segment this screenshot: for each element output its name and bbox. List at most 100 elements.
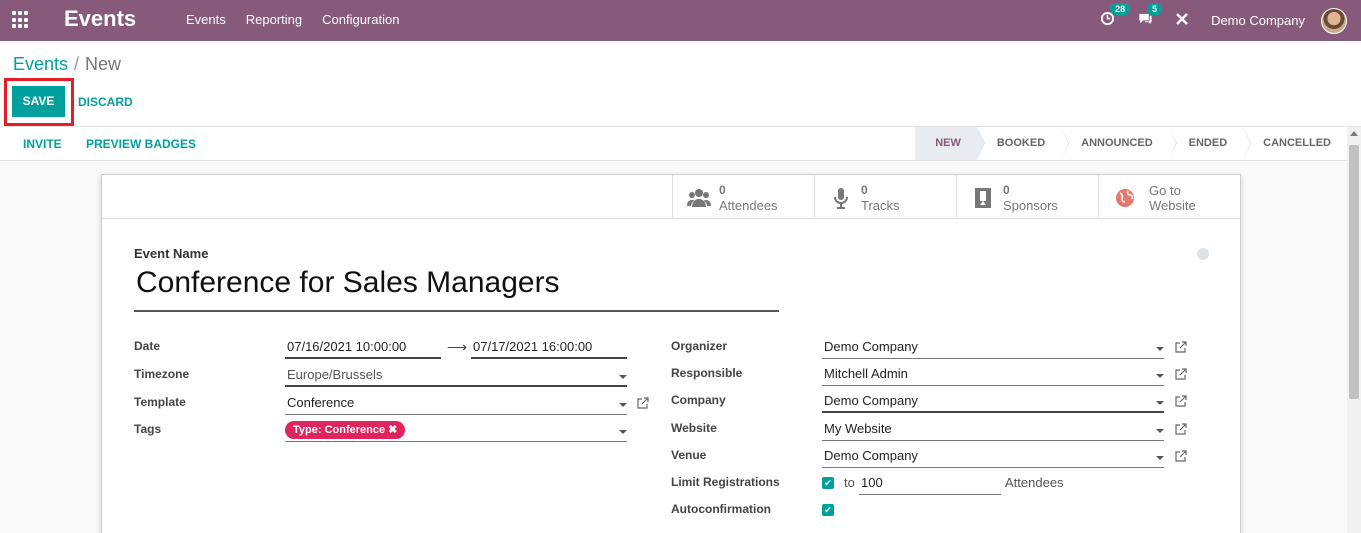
- template-dropdown-caret-icon[interactable]: [619, 403, 627, 407]
- venue-dropdown-caret-icon[interactable]: [1156, 456, 1164, 460]
- breadcrumb-separator: /: [74, 54, 80, 74]
- tools-icon: [1176, 12, 1188, 25]
- limit-to-text: to: [844, 475, 855, 490]
- tracks-label: Tracks: [861, 198, 900, 213]
- breadcrumb: Events / New: [13, 54, 121, 75]
- attendees-smart-button[interactable]: 0 Attendees: [672, 175, 814, 219]
- go-to-website-smart-button[interactable]: Go to Website: [1098, 175, 1240, 219]
- top-navbar: Events Events Reporting Configuration 28…: [0, 0, 1361, 41]
- company-select[interactable]: Demo Company: [822, 391, 1164, 413]
- date-label: Date: [134, 339, 161, 353]
- template-select[interactable]: Conference: [285, 393, 627, 415]
- tag-label: Type: Conference: [293, 424, 386, 436]
- message-count-badge: 5: [1147, 3, 1163, 15]
- invite-button[interactable]: INVITE: [23, 137, 62, 151]
- date-end-input[interactable]: 07/17/2021 16:00:00: [471, 337, 627, 359]
- template-external-link-icon[interactable]: [637, 397, 649, 409]
- tag-type-conference[interactable]: Type: Conference ✖: [285, 421, 406, 439]
- organizer-select[interactable]: Demo Company: [822, 337, 1164, 359]
- timezone-select[interactable]: Europe/Brussels: [285, 365, 627, 387]
- sponsor-badge-icon: [975, 188, 991, 208]
- user-avatar[interactable]: [1321, 7, 1347, 34]
- activity-menu[interactable]: 28: [1100, 3, 1131, 30]
- limit-unit-text: Attendees: [1005, 475, 1064, 490]
- scroll-up-arrow-icon[interactable]: [1350, 131, 1358, 136]
- discard-button[interactable]: DISCARD: [78, 95, 133, 109]
- website-label-line1: Go to: [1149, 183, 1181, 198]
- stage-new[interactable]: NEW: [915, 127, 985, 160]
- date-range-arrow-icon: ⟶: [447, 339, 468, 355]
- timezone-label: Timezone: [134, 367, 190, 381]
- company-label: Company: [671, 393, 726, 407]
- autoconfirmation-checkbox[interactable]: ✔: [822, 504, 834, 516]
- menu-item-reporting[interactable]: Reporting: [246, 12, 302, 27]
- breadcrumb-current: New: [85, 54, 122, 74]
- breadcrumb-events-link[interactable]: Events: [13, 54, 68, 74]
- smart-button-box: 0 Attendees 0 Tracks 0 Sponsors Go to Web…: [672, 175, 1240, 219]
- menu-item-configuration[interactable]: Configuration: [322, 12, 399, 27]
- status-indicator[interactable]: [1197, 248, 1209, 260]
- organizer-dropdown-caret-icon[interactable]: [1156, 347, 1164, 351]
- responsible-external-link-icon[interactable]: [1175, 368, 1187, 380]
- app-name[interactable]: Events: [64, 6, 136, 32]
- vertical-scrollbar[interactable]: [1347, 127, 1361, 533]
- attendees-label: Attendees: [719, 198, 778, 213]
- tracks-count: 0: [861, 183, 868, 197]
- stage-booked[interactable]: BOOKED: [976, 127, 1070, 160]
- website-label: Go to Website: [1149, 183, 1196, 213]
- tags-dropdown-caret-icon[interactable]: [619, 430, 627, 434]
- event-name-label: Event Name: [134, 246, 209, 261]
- website-field-label: Website: [671, 421, 717, 435]
- sponsors-count: 0: [1003, 183, 1010, 197]
- organizer-external-link-icon[interactable]: [1175, 341, 1187, 353]
- apps-menu-icon[interactable]: [12, 11, 30, 29]
- company-dropdown-caret-icon[interactable]: [1156, 401, 1164, 405]
- globe-icon: [1116, 189, 1134, 207]
- attendees-count: 0: [719, 183, 726, 197]
- users-icon: [687, 189, 711, 207]
- venue-label: Venue: [671, 448, 707, 462]
- responsible-select[interactable]: Mitchell Admin: [822, 364, 1164, 386]
- company-external-link-icon[interactable]: [1175, 395, 1187, 407]
- limit-registrations-label: Limit Registrations: [671, 475, 780, 489]
- debug-menu[interactable]: [1175, 12, 1189, 30]
- tag-remove-icon[interactable]: ✖: [388, 424, 397, 436]
- website-label-line2: Website: [1149, 198, 1196, 213]
- form-sheet: 0 Attendees 0 Tracks 0 Sponsors Go to Web…: [101, 174, 1241, 533]
- organizer-label: Organizer: [671, 339, 728, 353]
- company-switcher[interactable]: Demo Company: [1211, 13, 1305, 28]
- sponsors-smart-button[interactable]: 0 Sponsors: [956, 175, 1098, 219]
- date-start-input[interactable]: 07/16/2021 10:00:00: [285, 337, 441, 359]
- responsible-label: Responsible: [671, 366, 743, 380]
- sponsors-label: Sponsors: [1003, 198, 1058, 213]
- venue-select[interactable]: Demo Company: [822, 446, 1164, 468]
- menu-item-events[interactable]: Events: [186, 12, 226, 27]
- autoconfirmation-label: Autoconfirmation: [671, 502, 771, 516]
- website-dropdown-caret-icon[interactable]: [1156, 429, 1164, 433]
- responsible-dropdown-caret-icon[interactable]: [1156, 374, 1164, 378]
- template-label: Template: [134, 395, 186, 409]
- microphone-icon: [834, 188, 848, 209]
- messaging-menu[interactable]: 5: [1137, 3, 1163, 30]
- stage-statusbar: NEW BOOKED ANNOUNCED ENDED CANCELLED: [915, 127, 1347, 160]
- tags-label: Tags: [134, 422, 162, 436]
- stage-ended[interactable]: ENDED: [1168, 127, 1251, 160]
- limit-value-input[interactable]: 100: [859, 473, 1001, 495]
- event-name-input[interactable]: Conference for Sales Managers: [134, 266, 779, 312]
- timezone-dropdown-caret-icon[interactable]: [619, 375, 627, 379]
- preview-badges-button[interactable]: PREVIEW BADGES: [86, 137, 196, 151]
- systray: 28 5 Demo Company: [1100, 0, 1361, 41]
- control-panel: Events / New SAVE DISCARD: [0, 41, 1361, 127]
- website-select[interactable]: My Website: [822, 419, 1164, 441]
- website-external-link-icon[interactable]: [1175, 423, 1187, 435]
- stage-announced[interactable]: ANNOUNCED: [1061, 127, 1177, 160]
- stage-cancelled[interactable]: CANCELLED: [1243, 127, 1347, 160]
- save-button[interactable]: SAVE: [12, 86, 65, 117]
- form-header: INVITE PREVIEW BADGES NEW BOOKED ANNOUNC…: [0, 127, 1347, 161]
- limit-registrations-checkbox[interactable]: ✔: [822, 477, 834, 489]
- activity-count-badge: 28: [1110, 3, 1131, 15]
- scroll-thumb[interactable]: [1349, 145, 1359, 399]
- tracks-smart-button[interactable]: 0 Tracks: [814, 175, 956, 219]
- venue-external-link-icon[interactable]: [1175, 450, 1187, 462]
- main-menu: Events Reporting Configuration: [186, 12, 399, 27]
